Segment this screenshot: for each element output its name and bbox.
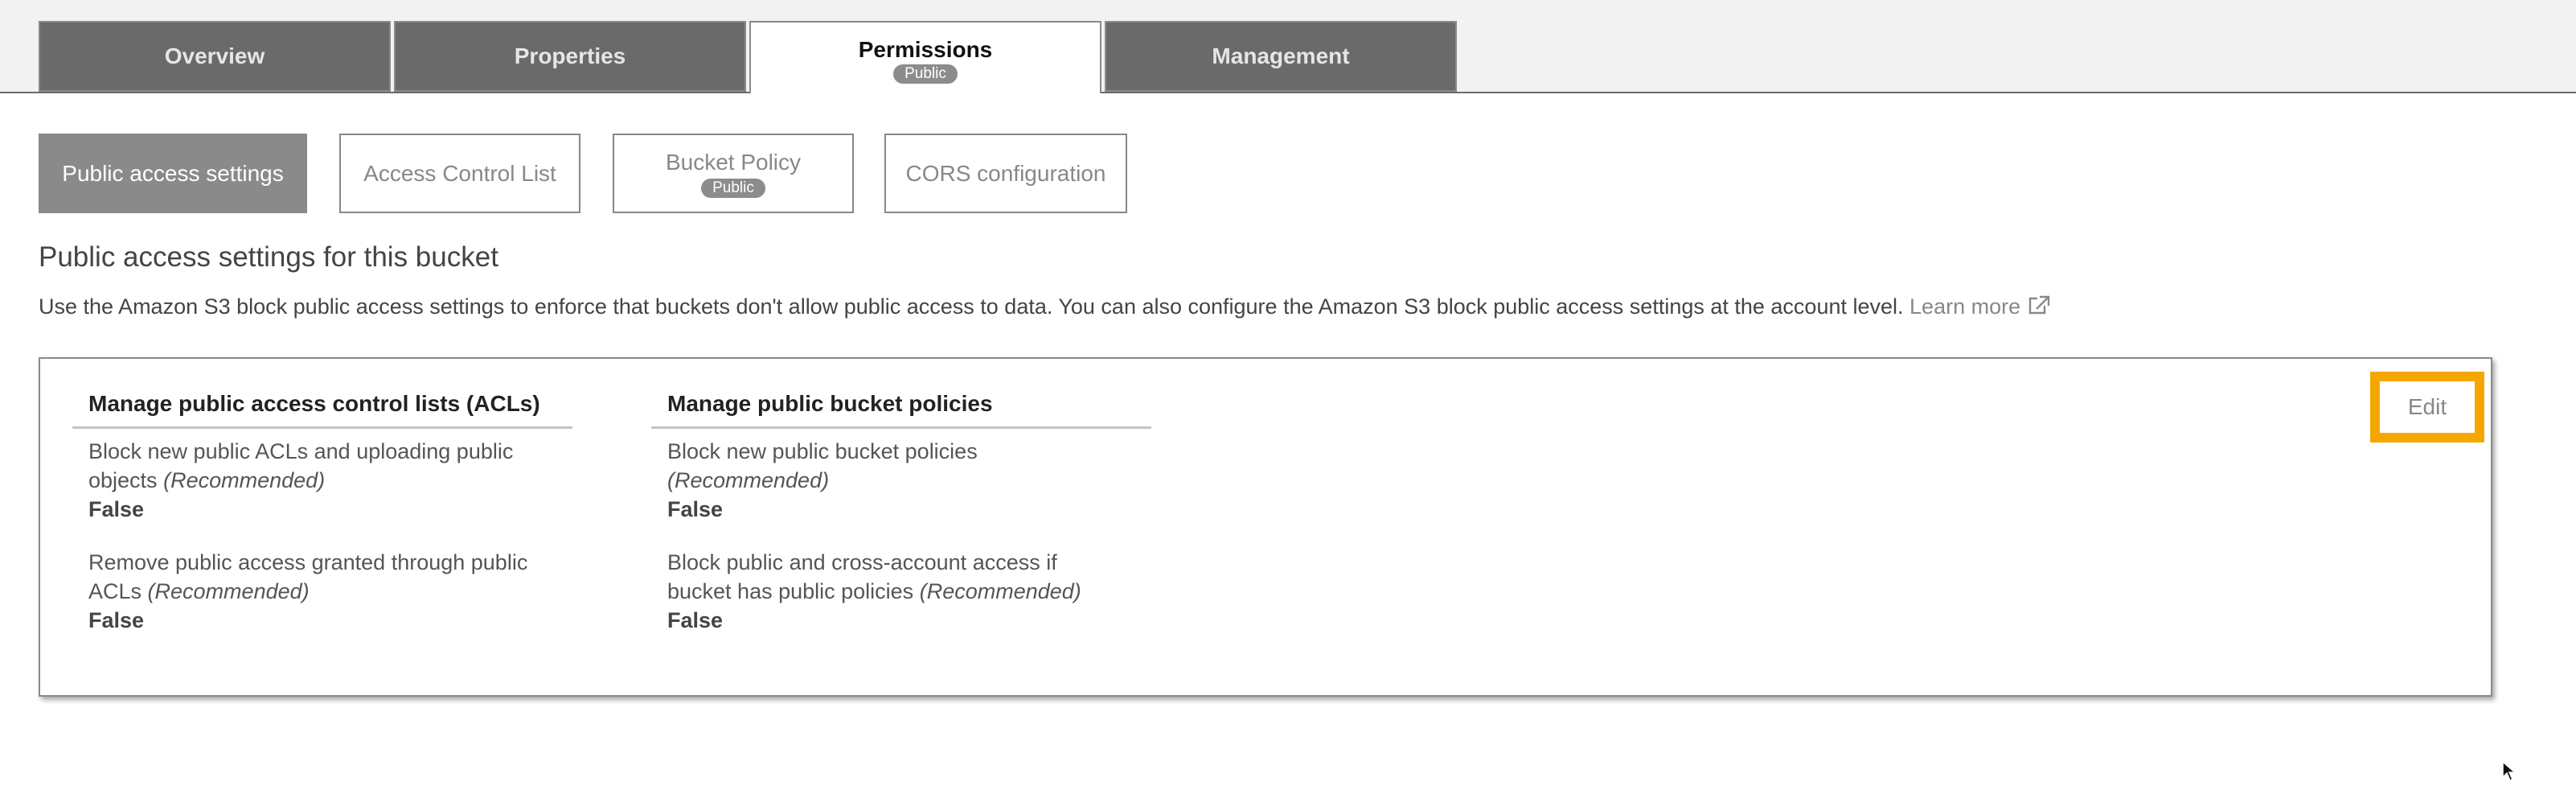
subtab-access-control-list[interactable]: Access Control List — [339, 134, 580, 213]
tab-permissions[interactable]: Permissions Public — [749, 21, 1101, 93]
setting-label: Remove public access granted through pub… — [88, 550, 528, 574]
subtab-label: Access Control List — [363, 160, 556, 186]
public-access-settings-panel: Manage public access control lists (ACLs… — [39, 357, 2492, 697]
setting-value: False — [667, 497, 724, 521]
tab-properties[interactable]: Properties — [394, 21, 746, 92]
tab-bar: Overview Properties Permissions Public M… — [0, 0, 2576, 93]
tab-label: Management — [1212, 43, 1350, 68]
setting-label-cont: ACLs — [88, 579, 142, 603]
setting-label-cont: objects — [88, 468, 158, 492]
setting-value: False — [88, 608, 145, 632]
subtab-public-access-settings[interactable]: Public access settings — [39, 134, 307, 213]
setting-block-new-public-policies: Block new public bucket policies (Recomm… — [651, 437, 1151, 524]
edit-button[interactable]: Edit — [2380, 381, 2475, 433]
recommended-note: (Recommended) — [147, 579, 310, 603]
setting-value: False — [667, 608, 724, 632]
tab-label: Permissions — [858, 37, 993, 62]
acl-column: Manage public access control lists (ACLs… — [72, 391, 572, 635]
edit-highlight: Edit — [2370, 372, 2484, 442]
setting-block-new-public-acls: Block new public ACLs and uploading publ… — [72, 437, 572, 524]
section-description: Use the Amazon S3 block public access se… — [39, 294, 2051, 321]
public-badge: Public — [701, 178, 765, 198]
tab-label: Properties — [514, 43, 626, 68]
description-text: Use the Amazon S3 block public access se… — [39, 294, 1904, 319]
setting-label: Block new public bucket policies — [667, 439, 978, 463]
section-title: Public access settings for this bucket — [39, 241, 498, 273]
policy-column: Manage public bucket policies Block new … — [651, 391, 1151, 635]
recommended-note: (Recommended) — [163, 468, 326, 492]
tab-overview[interactable]: Overview — [39, 21, 391, 92]
tab-label: Overview — [164, 43, 265, 68]
subtab-label: Public access settings — [62, 160, 284, 186]
setting-label: Block new public ACLs and uploading publ… — [88, 439, 514, 463]
setting-value: False — [88, 497, 145, 521]
recommended-note: (Recommended) — [919, 579, 1081, 603]
public-badge: Public — [893, 64, 958, 84]
learn-more-link[interactable]: Learn more — [1909, 294, 2051, 319]
recommended-note: (Recommended) — [667, 468, 830, 492]
subtab-cors-configuration[interactable]: CORS configuration — [884, 134, 1127, 213]
subtab-label: Bucket Policy — [665, 149, 802, 175]
setting-block-cross-account-access: Block public and cross-account access if… — [651, 548, 1151, 635]
setting-label: Block public and cross-account access if — [667, 550, 1057, 574]
learn-more-label: Learn more — [1909, 294, 2021, 319]
mouse-cursor-icon — [2502, 760, 2518, 786]
tab-management[interactable]: Management — [1105, 21, 1457, 92]
acl-column-heading: Manage public access control lists (ACLs… — [72, 391, 572, 429]
subtab-bucket-policy[interactable]: Bucket Policy Public — [613, 134, 854, 213]
external-link-icon — [2027, 294, 2051, 321]
setting-remove-public-access-acls: Remove public access granted through pub… — [72, 548, 572, 635]
policy-column-heading: Manage public bucket policies — [651, 391, 1151, 429]
subtab-label: CORS configuration — [905, 160, 1106, 186]
setting-label-cont: bucket has public policies — [667, 579, 914, 603]
